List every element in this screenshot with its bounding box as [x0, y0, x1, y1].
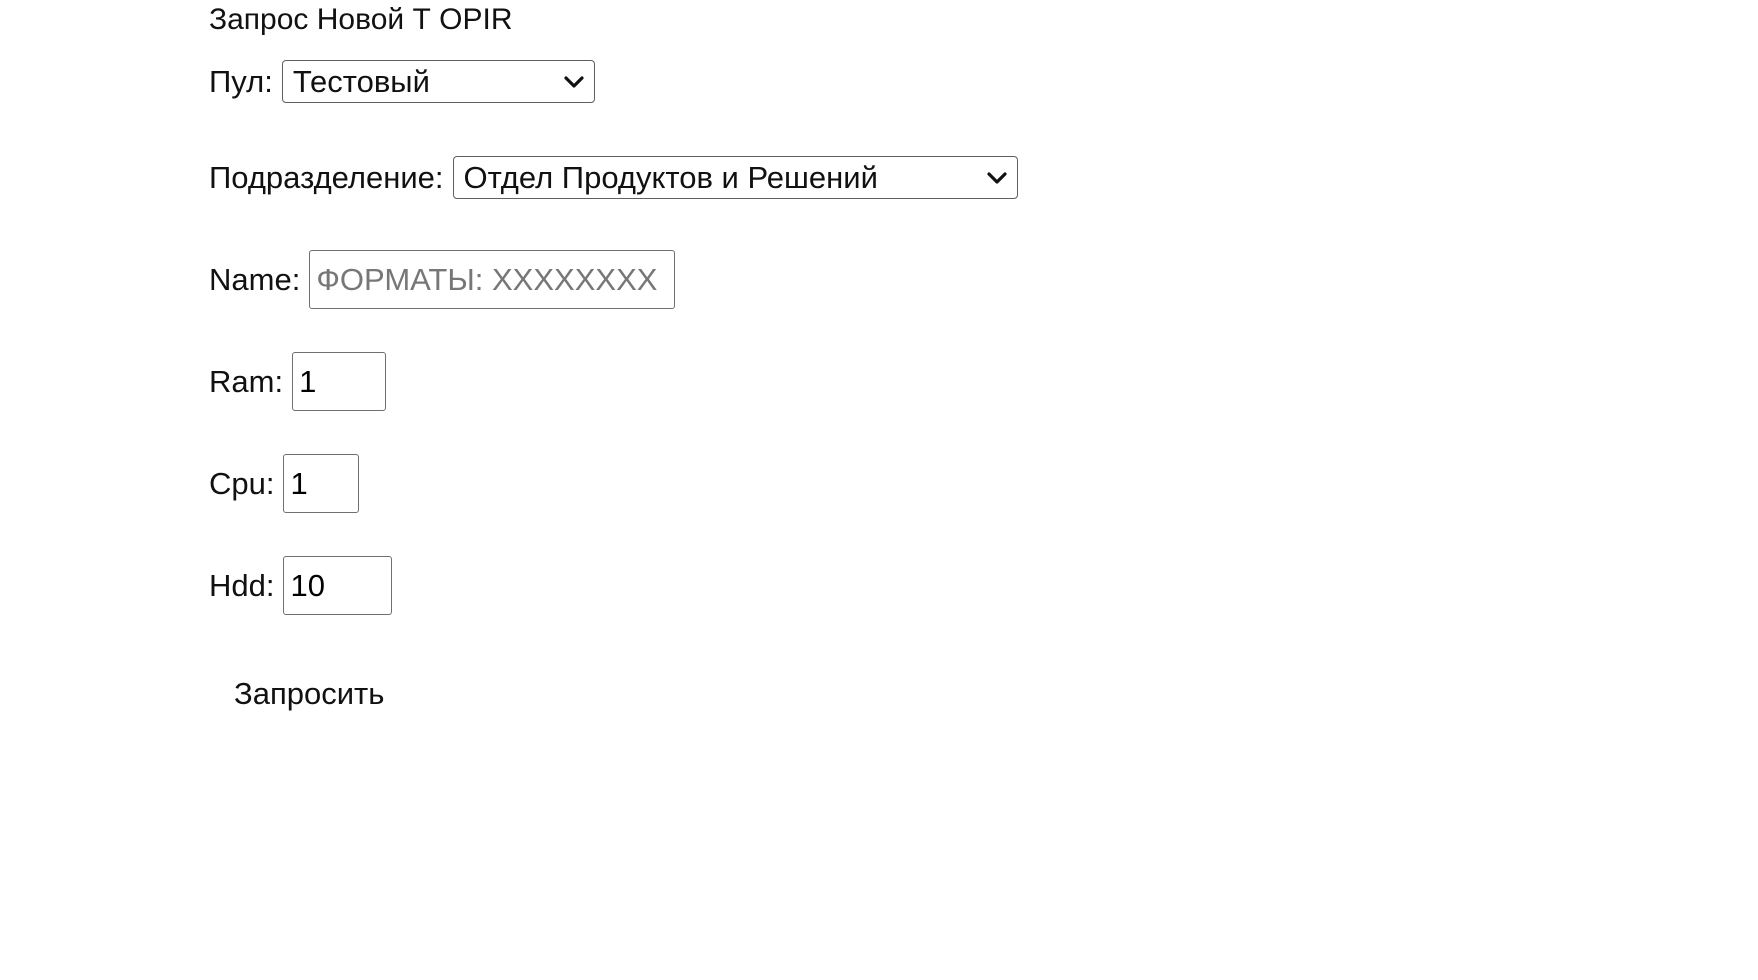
- cpu-row: Cpu:: [209, 454, 360, 513]
- division-label: Подразделение:: [209, 159, 444, 195]
- request-form-page: Запрос Новой Т OPIR Пул: Тестовый Подраз…: [0, 0, 1758, 980]
- chevron-down-icon: [564, 75, 584, 88]
- chevron-down-icon: [986, 171, 1007, 184]
- ram-label: Ram:: [209, 363, 284, 399]
- pool-row: Пул: Тестовый: [209, 60, 595, 103]
- submit-request-button[interactable]: Запросить: [234, 676, 384, 712]
- division-row: Подразделение: Отдел Продуктов и Решений: [209, 156, 1018, 199]
- pool-select[interactable]: Тестовый: [281, 60, 595, 103]
- ram-input[interactable]: [292, 352, 387, 411]
- division-select-value: Отдел Продуктов и Решений: [463, 159, 878, 195]
- ram-row: Ram:: [209, 352, 387, 411]
- pool-select-value: Тестовый: [292, 63, 430, 99]
- division-select[interactable]: Отдел Продуктов и Решений: [452, 156, 1018, 199]
- page-title: Запрос Новой Т OPIR: [209, 3, 513, 36]
- cpu-label: Cpu:: [209, 465, 275, 501]
- cpu-input[interactable]: [283, 454, 360, 513]
- pool-label: Пул:: [209, 63, 273, 99]
- name-row: Name:: [209, 250, 676, 309]
- name-label: Name:: [209, 261, 301, 297]
- name-input[interactable]: [309, 250, 676, 309]
- hdd-label: Hdd:: [209, 567, 275, 603]
- hdd-input[interactable]: [283, 556, 393, 615]
- hdd-row: Hdd:: [209, 556, 393, 615]
